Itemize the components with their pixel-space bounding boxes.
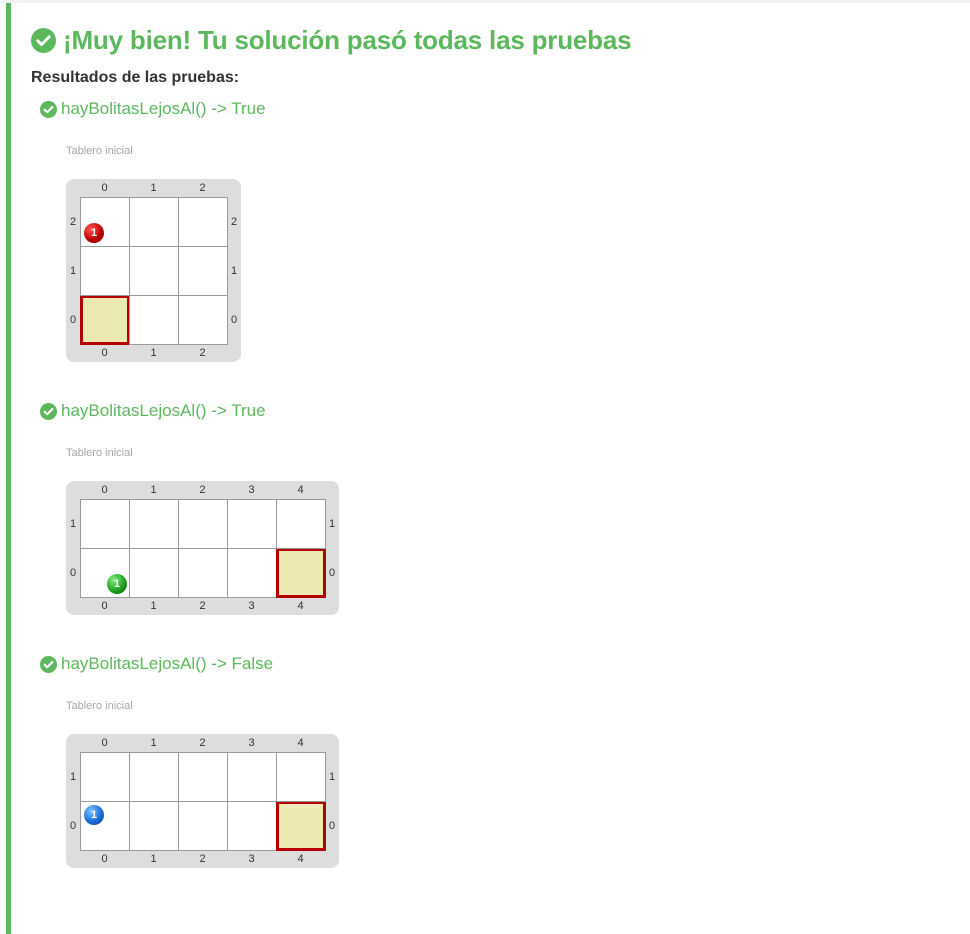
board-cell bbox=[276, 499, 326, 549]
board-caption: Tablero inicial bbox=[66, 447, 133, 459]
board-cell bbox=[227, 752, 277, 802]
result-title: ¡Muy bien! Tu solución pasó todas las pr… bbox=[31, 24, 632, 56]
board-cell bbox=[80, 752, 130, 802]
board-cell-head bbox=[276, 548, 326, 598]
column-label: 2 bbox=[199, 347, 206, 359]
board-caption: Tablero inicial bbox=[66, 700, 133, 712]
board-cell bbox=[129, 801, 179, 851]
board-cell bbox=[129, 548, 179, 598]
board-cell bbox=[178, 499, 228, 549]
board-cell bbox=[129, 295, 179, 345]
column-label: 2 bbox=[199, 853, 206, 865]
success-accent-bar bbox=[6, 3, 11, 934]
results-heading: Resultados de las pruebas: bbox=[31, 69, 240, 86]
test-label: hayBolitasLejosAl() -> True bbox=[61, 99, 266, 118]
top-border bbox=[0, 0, 970, 3]
board-cell bbox=[178, 801, 228, 851]
column-label: 1 bbox=[150, 347, 157, 359]
board-cell-head bbox=[80, 295, 130, 345]
test-result-2: hayBolitasLejosAl() -> True Tablero inic… bbox=[40, 400, 339, 615]
column-label: 0 bbox=[101, 484, 108, 496]
column-label: 0 bbox=[101, 853, 108, 865]
board-cell bbox=[178, 752, 228, 802]
board-cell bbox=[276, 752, 326, 802]
test-label: hayBolitasLejosAl() -> True bbox=[61, 401, 266, 420]
gobstones-board: 001122334411001 bbox=[66, 734, 339, 868]
board-cell bbox=[80, 246, 130, 296]
board-cell-head bbox=[276, 801, 326, 851]
column-label: 3 bbox=[248, 600, 255, 612]
board-cell bbox=[227, 499, 277, 549]
column-label: 4 bbox=[297, 484, 304, 496]
board-cell bbox=[178, 246, 228, 296]
column-label: 0 bbox=[101, 737, 108, 749]
board-cell bbox=[178, 548, 228, 598]
board-cell bbox=[80, 499, 130, 549]
board-cell bbox=[129, 499, 179, 549]
column-label: 0 bbox=[101, 600, 108, 612]
result-title-text: ¡Muy bien! Tu solución pasó todas las pr… bbox=[63, 24, 632, 55]
test-result-3: hayBolitasLejosAl() -> False Tablero ini… bbox=[40, 653, 339, 868]
column-label: 2 bbox=[199, 737, 206, 749]
check-circle-icon bbox=[40, 402, 57, 420]
column-label: 1 bbox=[150, 182, 157, 194]
check-circle-icon bbox=[31, 27, 56, 53]
test-result-1: hayBolitasLejosAl() -> True Tablero inic… bbox=[40, 98, 266, 362]
column-label: 4 bbox=[297, 600, 304, 612]
ball-green: 1 bbox=[107, 574, 127, 594]
board-cell bbox=[178, 197, 228, 247]
board-caption: Tablero inicial bbox=[66, 145, 133, 157]
check-circle-icon bbox=[40, 100, 57, 118]
column-label: 4 bbox=[297, 737, 304, 749]
gobstones-board: 0011222211001 bbox=[66, 179, 241, 362]
board-cell bbox=[227, 801, 277, 851]
board-cell bbox=[129, 752, 179, 802]
board-cell bbox=[227, 548, 277, 598]
column-label: 4 bbox=[297, 853, 304, 865]
column-label: 2 bbox=[199, 182, 206, 194]
column-label: 0 bbox=[101, 182, 108, 194]
column-label: 2 bbox=[199, 600, 206, 612]
column-label: 3 bbox=[248, 484, 255, 496]
column-label: 0 bbox=[101, 347, 108, 359]
column-label: 1 bbox=[150, 600, 157, 612]
board-cell bbox=[129, 197, 179, 247]
column-label: 1 bbox=[150, 853, 157, 865]
test-label: hayBolitasLejosAl() -> False bbox=[61, 654, 274, 673]
ball-red: 1 bbox=[84, 223, 104, 243]
column-label: 1 bbox=[150, 737, 157, 749]
gobstones-board: 001122334411001 bbox=[66, 481, 339, 615]
column-label: 3 bbox=[248, 853, 255, 865]
board-cell bbox=[129, 246, 179, 296]
column-label: 2 bbox=[199, 484, 206, 496]
column-label: 3 bbox=[248, 737, 255, 749]
ball-blue: 1 bbox=[84, 805, 104, 825]
column-label: 1 bbox=[150, 484, 157, 496]
board-cell bbox=[178, 295, 228, 345]
check-circle-icon bbox=[40, 655, 57, 673]
